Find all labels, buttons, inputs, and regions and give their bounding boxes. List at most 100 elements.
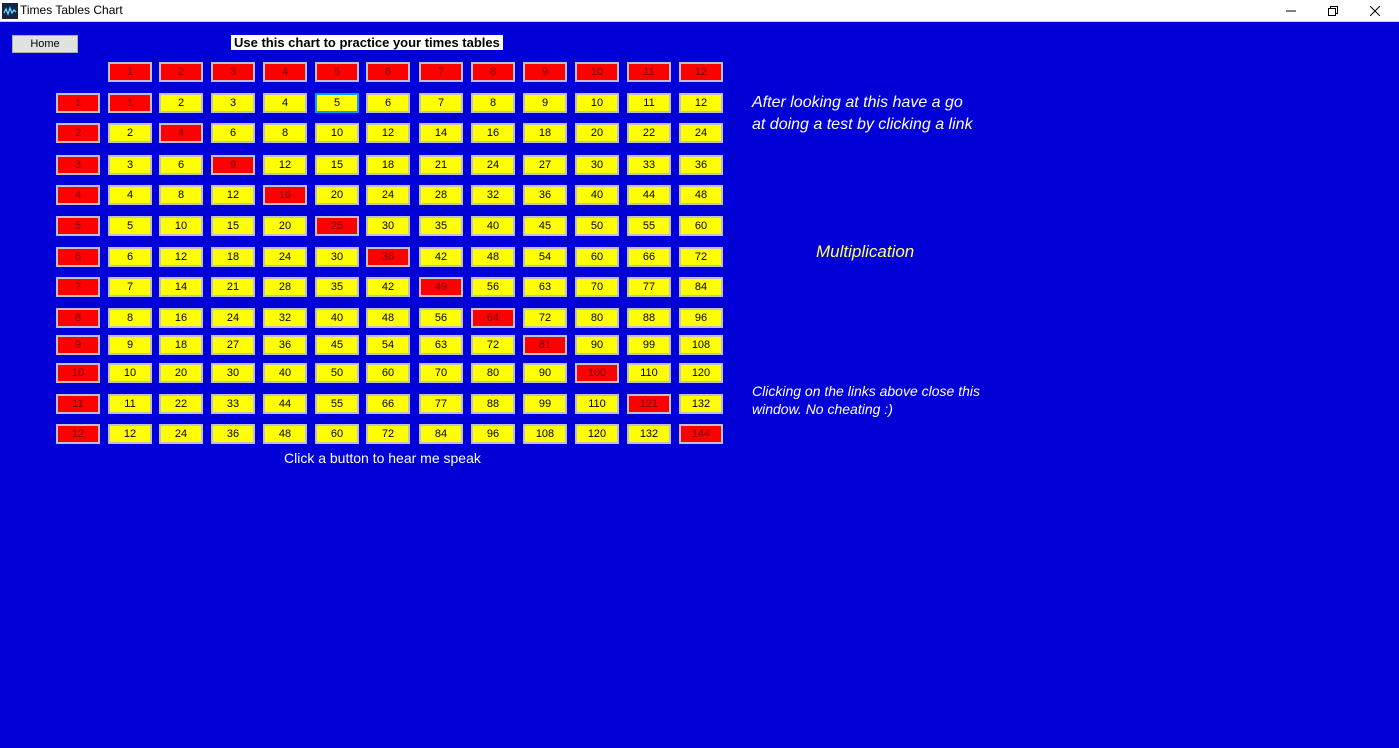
cell-2x9[interactable]: 18	[523, 123, 567, 143]
cell-12x12[interactable]: 144	[679, 424, 723, 444]
cell-3x10[interactable]: 30	[575, 155, 619, 175]
cell-11x10[interactable]: 110	[575, 394, 619, 414]
cell-5x5[interactable]: 25	[315, 216, 359, 236]
cell-1x1[interactable]: 1	[108, 93, 152, 113]
row-header-10[interactable]: 10	[56, 363, 100, 383]
cell-3x3[interactable]: 9	[211, 155, 255, 175]
column-header-8[interactable]: 8	[471, 62, 515, 82]
cell-11x3[interactable]: 33	[211, 394, 255, 414]
cell-3x12[interactable]: 36	[679, 155, 723, 175]
cell-5x2[interactable]: 10	[159, 216, 203, 236]
cell-3x1[interactable]: 3	[108, 155, 152, 175]
cell-11x1[interactable]: 11	[108, 394, 152, 414]
cell-4x6[interactable]: 24	[366, 185, 410, 205]
cell-6x1[interactable]: 6	[108, 247, 152, 267]
cell-7x5[interactable]: 35	[315, 277, 359, 297]
cell-4x7[interactable]: 28	[419, 185, 463, 205]
cell-11x8[interactable]: 88	[471, 394, 515, 414]
cell-10x2[interactable]: 20	[159, 363, 203, 383]
cell-3x4[interactable]: 12	[263, 155, 307, 175]
cell-6x4[interactable]: 24	[263, 247, 307, 267]
row-header-8[interactable]: 8	[56, 308, 100, 328]
cell-8x4[interactable]: 32	[263, 308, 307, 328]
cell-5x1[interactable]: 5	[108, 216, 152, 236]
row-header-7[interactable]: 7	[56, 277, 100, 297]
cell-7x9[interactable]: 63	[523, 277, 567, 297]
cell-12x1[interactable]: 12	[108, 424, 152, 444]
cell-10x3[interactable]: 30	[211, 363, 255, 383]
cell-3x6[interactable]: 18	[366, 155, 410, 175]
cell-10x4[interactable]: 40	[263, 363, 307, 383]
cell-9x8[interactable]: 72	[471, 335, 515, 355]
cell-8x5[interactable]: 40	[315, 308, 359, 328]
cell-10x6[interactable]: 60	[366, 363, 410, 383]
cell-5x11[interactable]: 55	[627, 216, 671, 236]
column-header-4[interactable]: 4	[263, 62, 307, 82]
restore-button[interactable]	[1312, 0, 1354, 21]
cell-7x3[interactable]: 21	[211, 277, 255, 297]
cell-1x9[interactable]: 9	[523, 93, 567, 113]
cell-4x5[interactable]: 20	[315, 185, 359, 205]
cell-8x10[interactable]: 80	[575, 308, 619, 328]
cell-12x5[interactable]: 60	[315, 424, 359, 444]
column-header-3[interactable]: 3	[211, 62, 255, 82]
cell-5x7[interactable]: 35	[419, 216, 463, 236]
cell-2x2[interactable]: 4	[159, 123, 203, 143]
column-header-7[interactable]: 7	[419, 62, 463, 82]
row-header-11[interactable]: 11	[56, 394, 100, 414]
cell-7x6[interactable]: 42	[366, 277, 410, 297]
cell-3x5[interactable]: 15	[315, 155, 359, 175]
cell-4x2[interactable]: 8	[159, 185, 203, 205]
cell-9x4[interactable]: 36	[263, 335, 307, 355]
cell-4x3[interactable]: 12	[211, 185, 255, 205]
cell-1x8[interactable]: 8	[471, 93, 515, 113]
cell-12x2[interactable]: 24	[159, 424, 203, 444]
cell-9x9[interactable]: 81	[523, 335, 567, 355]
cell-1x3[interactable]: 3	[211, 93, 255, 113]
cell-9x6[interactable]: 54	[366, 335, 410, 355]
cell-5x12[interactable]: 60	[679, 216, 723, 236]
cell-4x10[interactable]: 40	[575, 185, 619, 205]
cell-6x10[interactable]: 60	[575, 247, 619, 267]
cell-2x4[interactable]: 8	[263, 123, 307, 143]
cell-6x7[interactable]: 42	[419, 247, 463, 267]
cell-8x9[interactable]: 72	[523, 308, 567, 328]
cell-8x3[interactable]: 24	[211, 308, 255, 328]
cell-12x4[interactable]: 48	[263, 424, 307, 444]
cell-10x12[interactable]: 120	[679, 363, 723, 383]
cell-3x2[interactable]: 6	[159, 155, 203, 175]
cell-1x12[interactable]: 12	[679, 93, 723, 113]
cell-10x11[interactable]: 110	[627, 363, 671, 383]
cell-4x11[interactable]: 44	[627, 185, 671, 205]
multiplication-link[interactable]: Multiplication	[816, 242, 914, 262]
cell-9x2[interactable]: 18	[159, 335, 203, 355]
cell-9x5[interactable]: 45	[315, 335, 359, 355]
cell-9x3[interactable]: 27	[211, 335, 255, 355]
cell-11x4[interactable]: 44	[263, 394, 307, 414]
cell-6x12[interactable]: 72	[679, 247, 723, 267]
cell-5x10[interactable]: 50	[575, 216, 619, 236]
cell-1x4[interactable]: 4	[263, 93, 307, 113]
cell-5x4[interactable]: 20	[263, 216, 307, 236]
cell-2x8[interactable]: 16	[471, 123, 515, 143]
cell-6x2[interactable]: 12	[159, 247, 203, 267]
cell-9x11[interactable]: 99	[627, 335, 671, 355]
column-header-12[interactable]: 12	[679, 62, 723, 82]
cell-3x11[interactable]: 33	[627, 155, 671, 175]
column-header-5[interactable]: 5	[315, 62, 359, 82]
cell-6x6[interactable]: 36	[366, 247, 410, 267]
cell-1x10[interactable]: 10	[575, 93, 619, 113]
cell-5x9[interactable]: 45	[523, 216, 567, 236]
cell-3x9[interactable]: 27	[523, 155, 567, 175]
cell-5x6[interactable]: 30	[366, 216, 410, 236]
cell-8x2[interactable]: 16	[159, 308, 203, 328]
cell-8x8[interactable]: 64	[471, 308, 515, 328]
column-header-10[interactable]: 10	[575, 62, 619, 82]
cell-8x7[interactable]: 56	[419, 308, 463, 328]
cell-11x6[interactable]: 66	[366, 394, 410, 414]
cell-8x1[interactable]: 8	[108, 308, 152, 328]
cell-12x8[interactable]: 96	[471, 424, 515, 444]
cell-9x10[interactable]: 90	[575, 335, 619, 355]
cell-11x11[interactable]: 121	[627, 394, 671, 414]
home-button[interactable]: Home	[12, 35, 78, 53]
